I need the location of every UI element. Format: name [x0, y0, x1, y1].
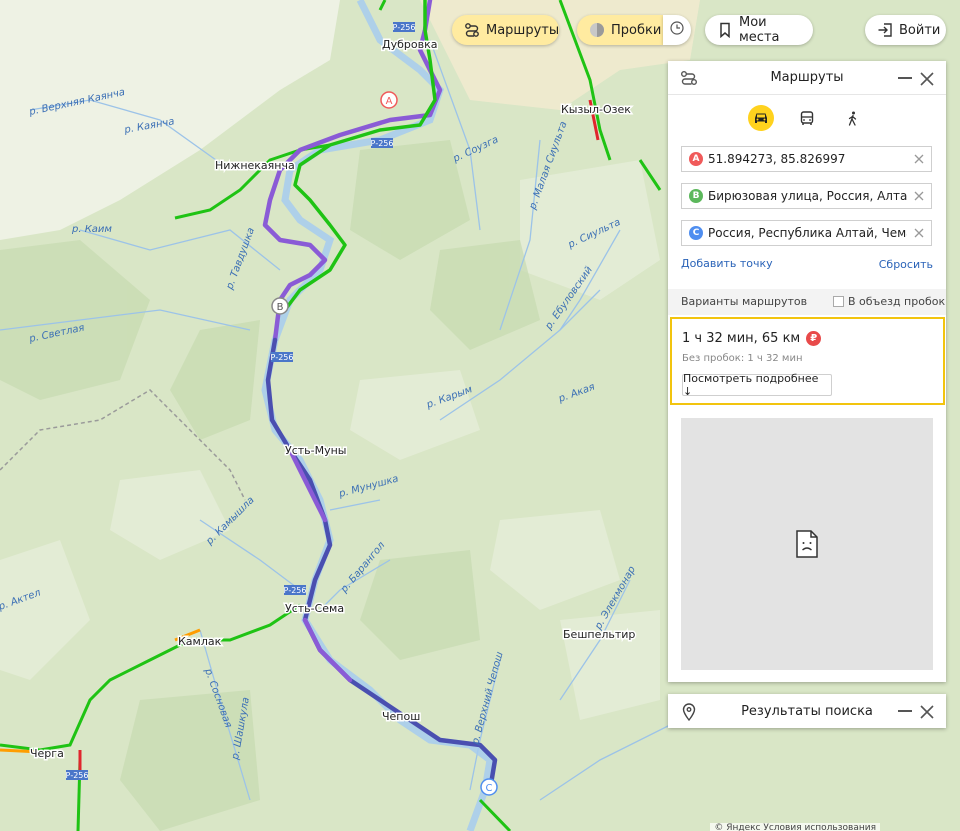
svg-text:Усть-Муны: Усть-Муны — [285, 444, 347, 457]
car-icon — [755, 113, 767, 123]
clear-waypoint-a-icon[interactable] — [907, 147, 931, 171]
bookmark-icon — [717, 22, 733, 39]
svg-text:A: A — [386, 96, 393, 107]
variants-label: Варианты маршрутов — [681, 295, 808, 308]
clear-waypoint-b-icon[interactable] — [907, 184, 931, 208]
svg-text:Камлак: Камлак — [178, 635, 222, 648]
clock-icon — [670, 21, 684, 39]
search-results-header: Результаты поиска — [668, 694, 946, 728]
login-icon — [877, 22, 893, 38]
details-button[interactable]: Посмотреть подробнее ↓ — [682, 372, 832, 398]
login-label: Войти — [899, 22, 941, 38]
route-icon — [464, 22, 480, 38]
add-point-link[interactable]: Добавить точку — [681, 257, 773, 270]
login-button[interactable]: Войти — [865, 15, 946, 45]
routes-label: Маршруты — [486, 22, 560, 38]
svg-text:B: B — [277, 302, 284, 313]
minimize-icon[interactable] — [898, 710, 912, 712]
route-option-card[interactable]: 1 ч 32 мин, 65 км ₽ Без пробок: 1 ч 32 м… — [670, 317, 945, 405]
waypoint-a-field[interactable]: A 51.894273, 85.826997 — [681, 146, 932, 172]
search-results-panel[interactable]: Результаты поиска — [668, 694, 946, 728]
transport-modes — [668, 95, 946, 141]
marker-a: A — [380, 91, 398, 109]
map-copyright[interactable]: © Яндекс Условия использования — [710, 823, 880, 831]
routes-button[interactable]: Маршруты — [452, 15, 559, 45]
waypoint-c-field[interactable]: C Россия, Республика Алтай, Чемальский р… — [681, 220, 932, 246]
svg-text:Дубровка: Дубровка — [382, 38, 437, 51]
minimize-icon[interactable] — [898, 77, 912, 79]
svg-text:Усть-Сема: Усть-Сема — [285, 602, 344, 615]
walk-mode-button[interactable] — [840, 105, 866, 131]
marker-b: B — [271, 297, 289, 315]
marker-c: C — [480, 778, 498, 796]
svg-text:Чепош: Чепош — [382, 710, 420, 723]
bus-mode-button[interactable] — [794, 105, 820, 131]
road-shield-label: Р-256 — [371, 139, 394, 148]
avoid-traffic-label[interactable]: В объезд пробок — [848, 295, 945, 308]
svg-text:р. Каим: р. Каим — [71, 224, 112, 235]
svg-text:C: C — [486, 783, 493, 794]
svg-text:Кызыл-Озек: Кызыл-Озек — [561, 103, 631, 116]
route-variants-header: Варианты маршрутов В объезд пробок — [668, 289, 946, 315]
avoid-traffic-checkbox[interactable] — [833, 296, 844, 307]
reset-link[interactable]: Сбросить — [879, 258, 933, 271]
route-preview-placeholder — [681, 418, 933, 670]
road-shield-label: Р-256 — [284, 586, 307, 595]
waypoint-marker-b: B — [689, 189, 703, 203]
close-icon[interactable] — [920, 704, 934, 719]
broken-document-icon — [796, 530, 818, 558]
traffic-label: Пробки — [611, 22, 662, 38]
route-summary-row: 1 ч 32 мин, 65 км ₽ — [682, 331, 822, 346]
waypoint-c-value[interactable]: Россия, Республика Алтай, Чемальский рай… — [708, 226, 907, 240]
road-shield-label: Р-256 — [393, 23, 416, 32]
waypoint-b-value[interactable]: Бирюзовая улица, Россия, Алтайский край — [708, 189, 907, 203]
close-icon[interactable] — [920, 71, 934, 86]
road-shield-label: Р-256 — [271, 353, 294, 362]
bus-icon — [800, 110, 814, 125]
waypoint-a-value[interactable]: 51.894273, 85.826997 — [708, 152, 907, 166]
traffic-light-icon — [589, 22, 605, 38]
clear-waypoint-c-icon[interactable] — [907, 221, 931, 245]
waypoint-b-field[interactable]: B Бирюзовая улица, Россия, Алтайский кра… — [681, 183, 932, 209]
svg-text:Черга: Черга — [30, 747, 64, 760]
my-places-button[interactable]: Мои места — [705, 15, 813, 45]
waypoint-marker-c: C — [689, 226, 703, 240]
svg-text:Нижнекаянча: Нижнекаянча — [215, 159, 295, 172]
pedestrian-icon — [848, 111, 857, 126]
my-places-label: Мои места — [739, 15, 780, 45]
traffic-button[interactable]: Пробки — [577, 15, 663, 45]
road-shield-label: Р-256 — [66, 771, 89, 780]
toll-icon: ₽ — [806, 331, 822, 346]
car-mode-button[interactable] — [748, 105, 774, 131]
route-summary: 1 ч 32 мин, 65 км — [682, 331, 801, 346]
route-panel: Маршруты A 51.894273, 85.826997 B Бирюзо… — [668, 61, 946, 682]
waypoint-marker-a: A — [689, 152, 703, 166]
route-panel-header: Маршруты — [668, 61, 946, 95]
no-traffic-time: Без пробок: 1 ч 32 мин — [682, 353, 803, 364]
